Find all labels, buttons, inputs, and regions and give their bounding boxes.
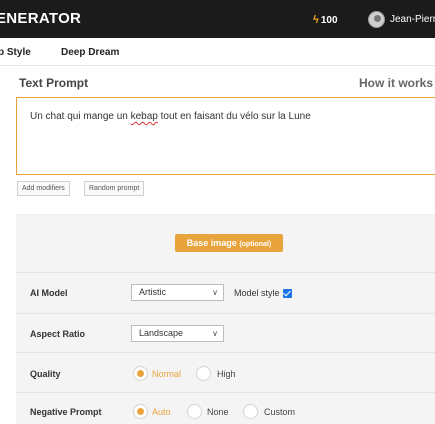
- model-style-option[interactable]: Model style: [234, 288, 292, 298]
- username[interactable]: Jean-Pierre: [390, 14, 435, 25]
- model-style-label: Model style: [234, 288, 280, 298]
- divider: [16, 313, 435, 314]
- aspect-ratio-label: Aspect Ratio: [30, 329, 86, 339]
- quality-normal-radio[interactable]: [133, 366, 148, 381]
- ai-model-value: Artistic: [139, 287, 166, 297]
- brand-title[interactable]: ENERATOR: [0, 10, 81, 27]
- prompt-textarea[interactable]: [16, 97, 435, 175]
- negative-prompt-label: Negative Prompt: [30, 407, 102, 417]
- sub-navigation: p Style Deep Dream: [0, 38, 435, 66]
- divider: [16, 352, 435, 353]
- base-image-optional: (optional): [239, 241, 272, 248]
- negative-none-radio[interactable]: [187, 404, 202, 419]
- quality-high-label[interactable]: High: [217, 369, 236, 379]
- ai-model-select[interactable]: Artistic ∨: [131, 284, 224, 301]
- aspect-ratio-value: Landscape: [139, 328, 184, 338]
- prompt-text-before: Un chat qui mange un: [30, 111, 131, 122]
- random-prompt-button[interactable]: Random prompt: [84, 181, 145, 196]
- aspect-ratio-select[interactable]: Landscape ∨: [131, 325, 224, 342]
- negative-auto-radio[interactable]: [133, 404, 148, 419]
- model-style-checkbox[interactable]: [282, 288, 292, 298]
- credits-counter[interactable]: ϟ 100: [313, 14, 338, 26]
- base-image-button[interactable]: Base image (optional): [175, 234, 283, 252]
- chevron-down-icon: ∨: [212, 288, 218, 297]
- lightning-icon: ϟ: [313, 14, 319, 26]
- prompt-text-after: tout en faisant du vélo sur la Lune: [157, 111, 311, 122]
- base-image-label: Base image: [186, 238, 237, 248]
- negative-auto-label[interactable]: Auto: [152, 407, 171, 417]
- ai-model-label: AI Model: [30, 288, 68, 298]
- tab-deep-dream[interactable]: Deep Dream: [61, 47, 119, 58]
- prompt-text-misspelled: kebap: [130, 111, 158, 122]
- prompt-text[interactable]: Un chat qui mange un kebap tout en faisa…: [30, 111, 311, 122]
- avatar[interactable]: [368, 11, 385, 28]
- how-it-works-label: How it works: [359, 76, 434, 90]
- negative-custom-label[interactable]: Custom: [264, 407, 295, 417]
- top-bar: ENERATOR ϟ 100 Jean-Pierre: [0, 0, 435, 38]
- divider: [16, 392, 435, 393]
- tab-style[interactable]: p Style: [0, 47, 31, 58]
- negative-none-label[interactable]: None: [207, 407, 229, 417]
- text-prompt-title: Text Prompt: [19, 76, 89, 90]
- credits-value: 100: [320, 14, 338, 26]
- chevron-down-icon: ∨: [212, 329, 218, 338]
- quality-label: Quality: [30, 369, 61, 379]
- quality-high-radio[interactable]: [196, 366, 211, 381]
- divider: [16, 272, 435, 273]
- quality-normal-label[interactable]: Normal: [152, 369, 181, 379]
- how-it-works-link[interactable]: How it works?: [359, 76, 435, 90]
- add-modifiers-button[interactable]: Add modifiers: [17, 181, 70, 196]
- negative-custom-radio[interactable]: [243, 404, 258, 419]
